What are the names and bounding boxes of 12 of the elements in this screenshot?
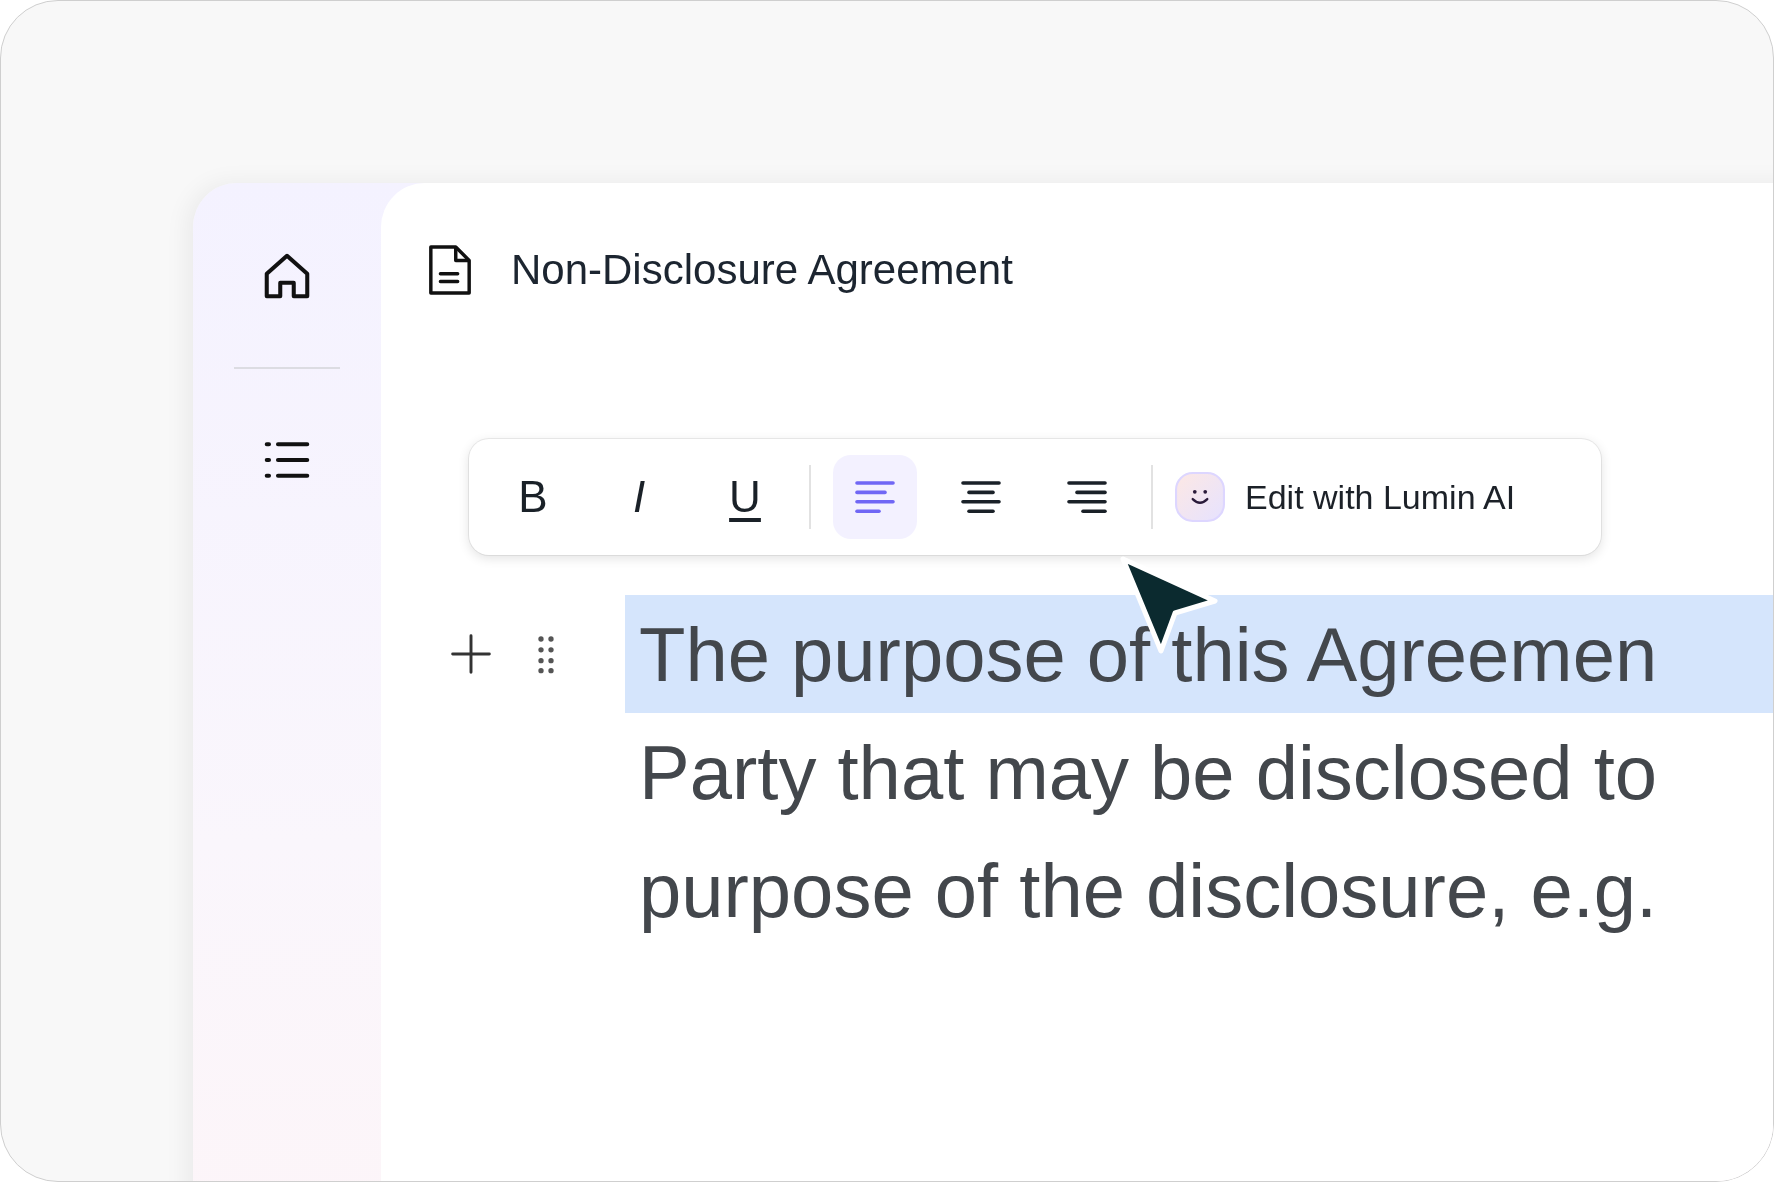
paragraph-line: purpose of the disclosure, e.g. bbox=[638, 846, 1659, 935]
paragraph-line: Party that may be disclosed to bbox=[638, 728, 1659, 817]
document-title: Non-Disclosure Agreement bbox=[511, 246, 1013, 294]
smiley-icon bbox=[1175, 472, 1225, 522]
underline-button[interactable]: U bbox=[703, 455, 787, 539]
ai-edit-button[interactable]: Edit with Lumin AI bbox=[1175, 472, 1516, 522]
document-icon bbox=[427, 243, 473, 297]
drag-handle-icon[interactable] bbox=[535, 634, 557, 674]
align-left-button[interactable] bbox=[833, 455, 917, 539]
plus-icon[interactable] bbox=[449, 632, 493, 676]
bold-button[interactable]: B bbox=[491, 455, 575, 539]
italic-button[interactable]: I bbox=[597, 455, 681, 539]
